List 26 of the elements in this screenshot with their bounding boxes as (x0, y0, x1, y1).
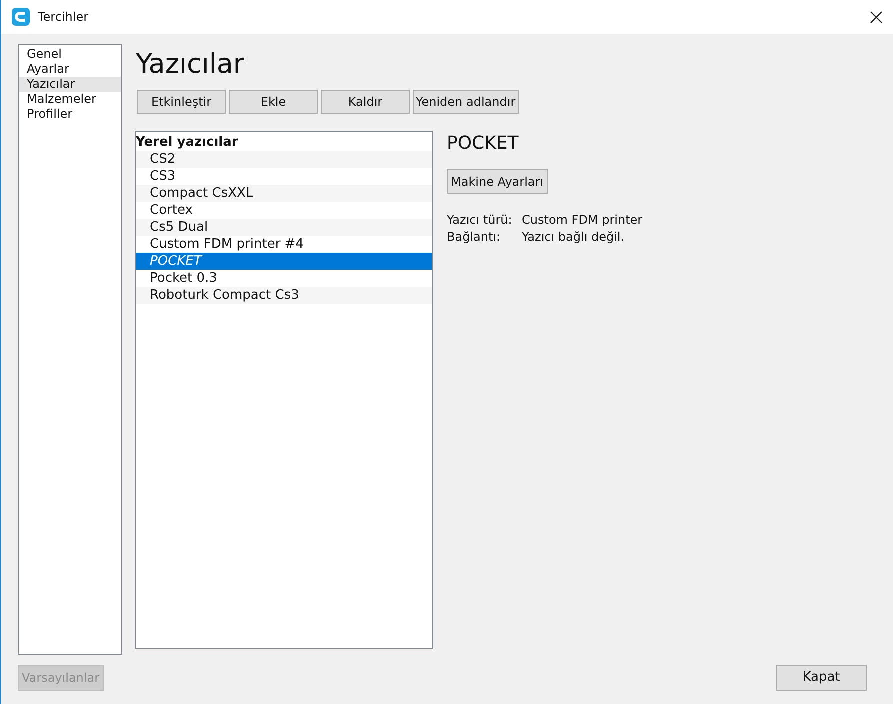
printer-item[interactable]: Roboturk Compact Cs3 (136, 287, 432, 304)
close-icon[interactable] (870, 10, 883, 24)
app-logo-icon (12, 8, 30, 26)
sidebar-item[interactable]: Genel (19, 47, 121, 62)
info-label: Yazıcı türü: (447, 212, 514, 229)
window-title: Tercihler (38, 9, 89, 26)
printer-item[interactable]: Cs5 Dual (136, 219, 432, 236)
machine-settings-button[interactable]: Makine Ayarları (447, 169, 548, 194)
sidebar-item[interactable]: Yazıcılar (19, 77, 121, 92)
toolbar-button[interactable]: Yeniden adlandır (413, 90, 519, 114)
info-value: Yazıcı bağlı değil. (522, 229, 625, 246)
printer-item[interactable]: CS2 (136, 151, 432, 168)
printer-name: POCKET (447, 133, 520, 155)
info-value: Custom FDM printer (522, 212, 643, 229)
group-header: Yerel yazıcılar (136, 134, 240, 151)
info-label: Bağlantı: (447, 229, 502, 246)
toolbar-button[interactable]: Etkinleştir (137, 90, 226, 114)
close-button[interactable]: Kapat (776, 664, 867, 690)
toolbar-button[interactable]: Kaldır (321, 90, 410, 114)
sidebar-item[interactable]: Profiller (19, 107, 121, 122)
printer-item[interactable]: Compact CsXXL (136, 185, 432, 202)
sidebar-item[interactable]: Ayarlar (19, 62, 121, 77)
printer-item[interactable]: POCKET (136, 253, 432, 270)
sidebar-item[interactable]: Malzemeler (19, 92, 121, 107)
toolbar-button[interactable]: Ekle (229, 90, 318, 114)
page-heading: Yazıcılar (136, 48, 246, 82)
